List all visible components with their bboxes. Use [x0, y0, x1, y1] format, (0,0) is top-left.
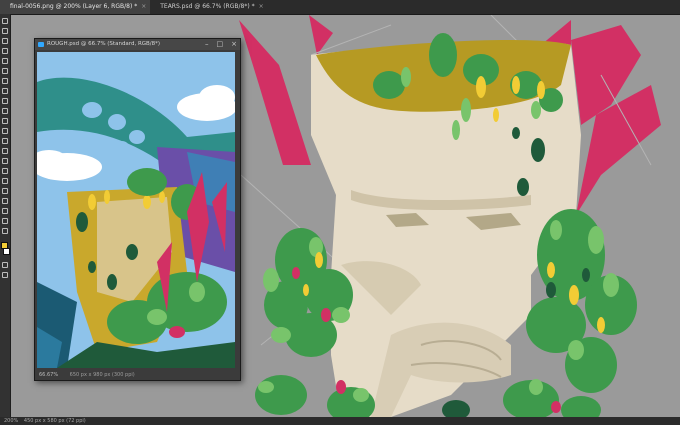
window-titlebar[interactable]: ROUGH.psd @ 66.7% (Standard, RGB/8*) – □…: [35, 39, 240, 50]
background-color-swatch[interactable]: [3, 248, 10, 255]
quick-mask-icon[interactable]: [2, 262, 8, 268]
type-tool-icon[interactable]: [2, 178, 8, 184]
gradient-tool-icon[interactable]: [2, 138, 8, 144]
tab-label: final-0056.png @ 200% (Layer 6, RGB/8) *: [10, 3, 138, 10]
artwork-rough: [37, 52, 235, 368]
window-title: ROUGH.psd @ 66.7% (Standard, RGB/8*): [47, 41, 161, 47]
tab-tears[interactable]: TEARS.psd @ 66.7% (RGB/8*) * ×: [150, 0, 267, 14]
zoom-tool-icon[interactable]: [2, 218, 8, 224]
close-tab-icon[interactable]: ×: [259, 3, 264, 10]
floating-document-window[interactable]: ROUGH.psd @ 66.7% (Standard, RGB/8*) – □…: [34, 38, 241, 381]
dodge-tool-icon[interactable]: [2, 158, 8, 164]
eyedropper-tool-icon[interactable]: [2, 78, 8, 84]
brush-tool-icon[interactable]: [2, 98, 8, 104]
hand-tool-icon[interactable]: [2, 208, 8, 214]
blur-tool-icon[interactable]: [2, 148, 8, 154]
tab-label: TEARS.psd @ 66.7% (RGB/8*) *: [160, 3, 255, 10]
crop-tool-icon[interactable]: [2, 58, 8, 64]
close-icon[interactable]: ×: [231, 39, 237, 50]
path-select-tool-icon[interactable]: [2, 188, 8, 194]
eraser-tool-icon[interactable]: [2, 128, 8, 134]
minimize-icon[interactable]: –: [205, 39, 209, 50]
tools-panel: [0, 14, 11, 417]
zoom-level[interactable]: 66.67%: [39, 372, 58, 378]
more-tools-icon[interactable]: [2, 228, 8, 234]
quick-select-tool-icon[interactable]: [2, 48, 8, 54]
floating-status-bar: 66.67% 650 px x 980 px (300 ppi): [35, 370, 240, 380]
floating-canvas[interactable]: [37, 52, 235, 368]
shape-tool-icon[interactable]: [2, 198, 8, 204]
marquee-tool-icon[interactable]: [2, 28, 8, 34]
maximize-icon[interactable]: □: [217, 39, 224, 50]
document-dimensions: 650 px x 980 px (300 ppi): [69, 372, 135, 378]
history-brush-tool-icon[interactable]: [2, 118, 8, 124]
main-zoom-level[interactable]: 200%: [4, 418, 18, 424]
healing-tool-icon[interactable]: [2, 88, 8, 94]
frame-tool-icon[interactable]: [2, 68, 8, 74]
stamp-tool-icon[interactable]: [2, 108, 8, 114]
pen-tool-icon[interactable]: [2, 168, 8, 174]
screen-mode-icon[interactable]: [2, 272, 8, 278]
main-status-bar: 200% 450 px x 580 px (72 ppi): [0, 417, 680, 425]
tab-final-0056[interactable]: final-0056.png @ 200% (Layer 6, RGB/8) *…: [0, 0, 151, 14]
photoshop-doc-icon: [38, 42, 44, 47]
move-tool-icon[interactable]: [2, 18, 8, 24]
main-document-info: 450 px x 580 px (72 ppi): [23, 418, 86, 424]
document-tab-bar: final-0056.png @ 200% (Layer 6, RGB/8) *…: [0, 0, 680, 15]
close-tab-icon[interactable]: ×: [141, 3, 146, 10]
lasso-tool-icon[interactable]: [2, 38, 8, 44]
